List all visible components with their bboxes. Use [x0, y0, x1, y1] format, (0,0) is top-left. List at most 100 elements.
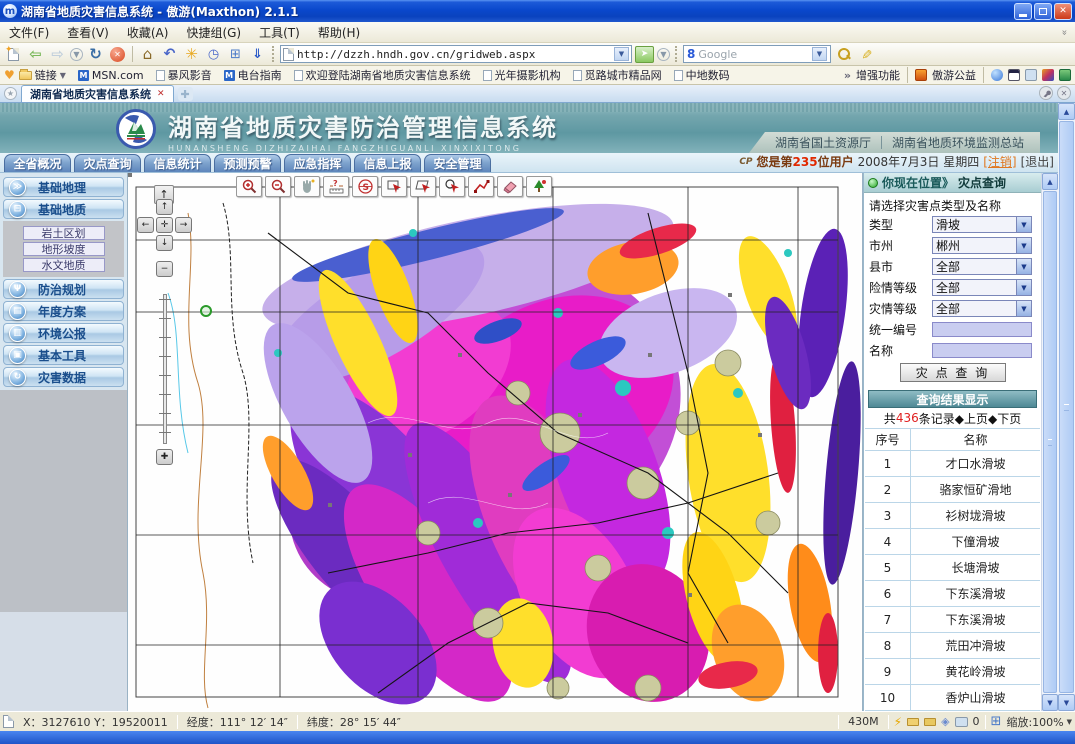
table-row[interactable]: 9黄花岭滑坡 — [865, 659, 1040, 685]
nav-tab-report[interactable]: 信息上报 — [354, 154, 421, 172]
go-dropdown-button[interactable]: ▼ — [657, 48, 670, 61]
address-bar[interactable]: http://dzzh.hndh.gov.cn/gridweb.aspx ▼ — [280, 45, 632, 63]
popup-blocker-icon[interactable] — [955, 717, 968, 727]
plugins-icon[interactable] — [1059, 69, 1071, 81]
scroll-up-icon[interactable]: ▲ — [1042, 173, 1058, 190]
refresh-button[interactable]: ↻ — [86, 45, 105, 64]
measure-distance-tool[interactable]: ? — [323, 176, 349, 197]
restore-button[interactable] — [1034, 3, 1052, 20]
sidebar-item-prevention-plan[interactable]: Ψ 防治规划 — [3, 279, 124, 299]
table-row[interactable]: 7下东溪滑坡 — [865, 607, 1040, 633]
zoom-out-tool[interactable] — [265, 176, 291, 197]
bookmark-baofeng[interactable]: 暴风影音 — [156, 67, 212, 83]
skins-icon[interactable] — [1042, 69, 1054, 81]
link-land-resources-dept[interactable]: 湖南省国土资源厅 — [775, 134, 871, 151]
scroll-down-icon[interactable]: ▼ — [1058, 694, 1075, 711]
search-button[interactable] — [834, 45, 853, 64]
address-input[interactable]: http://dzzh.hndh.gov.cn/gridweb.aspx — [297, 48, 611, 61]
measure-line-tool[interactable] — [468, 176, 494, 197]
bookmark-zhongdi[interactable]: 中地数码 — [674, 67, 730, 83]
stop-button[interactable]: ✕ — [108, 45, 127, 64]
tab-active[interactable]: 湖南省地质灾害信息系统 ✕ — [21, 85, 174, 102]
proxy-icon[interactable] — [991, 69, 1003, 81]
menu-favorites[interactable]: 收藏(A) — [118, 22, 178, 43]
scroll-down-icon[interactable]: ▼ — [1042, 694, 1058, 711]
scroll-up-icon[interactable]: ▲ — [1058, 103, 1075, 120]
tab-close-icon[interactable]: ✕ — [157, 89, 165, 99]
link-window-button[interactable]: ⊞ — [226, 45, 245, 64]
favorites-heart-icon[interactable]: ♥ — [4, 68, 15, 82]
new-tab-button[interactable]: ✚ — [178, 87, 193, 101]
address-dropdown-icon[interactable]: ▼ — [614, 47, 629, 61]
sublayer-terrain-slope[interactable]: 地形坡度 — [23, 242, 105, 256]
sublayer-hydrogeology[interactable]: 水文地质 — [23, 258, 105, 272]
disaster-level-select[interactable]: 全部▼ — [932, 300, 1032, 317]
table-row[interactable]: 2骆家恒矿滑地 — [865, 477, 1040, 503]
city-select[interactable]: 郴州▼ — [932, 237, 1032, 254]
table-row[interactable]: 6下东溪滑坡 — [865, 581, 1040, 607]
sidebar-item-disaster-data[interactable]: ↻ 灾害数据 — [3, 367, 124, 387]
prev-page-link[interactable]: ◆上页 — [955, 410, 988, 427]
new-page-button[interactable]: ✦ — [4, 45, 23, 64]
pan-center-button[interactable]: ✛ — [156, 217, 173, 233]
scroll-thumb[interactable] — [1059, 121, 1074, 693]
zoom-in-button[interactable]: ✚ — [156, 449, 173, 465]
window-mode-icon[interactable] — [1008, 69, 1020, 81]
menu-view[interactable]: 查看(V) — [58, 22, 118, 43]
history-button[interactable]: ◷ — [204, 45, 223, 64]
chevron-down-icon[interactable]: ▼ — [1016, 217, 1031, 232]
search-input[interactable]: Google — [698, 48, 809, 61]
notes-icon[interactable] — [1025, 69, 1037, 81]
diamond-icon[interactable]: ◈ — [941, 715, 949, 728]
tab-settings-button[interactable] — [1039, 86, 1053, 100]
nav-tab-security[interactable]: 安全管理 — [424, 154, 491, 172]
menu-tools[interactable]: 工具(T) — [250, 22, 309, 43]
sidebar-item-basic-tools[interactable]: ▣ 基本工具 — [3, 345, 124, 365]
highlight-button[interactable]: ✎ — [856, 45, 875, 64]
zoom-slider[interactable] — [163, 294, 167, 444]
bookmark-guangnian[interactable]: 光年摄影机构 — [483, 67, 561, 83]
charity-label[interactable]: 傲游公益 — [932, 67, 976, 83]
tab-favorite-icon[interactable]: ★ — [4, 87, 17, 100]
exit-link[interactable]: [退出] — [1021, 153, 1054, 170]
sublayer-rock-soil-zoning[interactable]: 岩土区划 — [23, 226, 105, 240]
link-geo-env-station[interactable]: 湖南省地质环境监测总站 — [892, 134, 1024, 151]
zoom-box-tool[interactable] — [381, 176, 407, 197]
sidebar-item-base-geology[interactable]: ⊟ 基础地质 — [3, 199, 124, 219]
nav-tab-emergency[interactable]: 应急指挥 — [284, 154, 351, 172]
table-row[interactable]: 1才口水滑坡 — [865, 451, 1040, 477]
undo-button[interactable]: ↶ — [160, 45, 179, 64]
table-row[interactable]: 8荒田冲滑坡 — [865, 633, 1040, 659]
scale-tool[interactable]: S — [352, 176, 378, 197]
map-viewport[interactable]: ? S ↑ ↑ ← ✛ → ↓ − — [127, 173, 863, 711]
chevron-down-icon[interactable]: ▼ — [1016, 238, 1031, 253]
pan-up-button[interactable]: ↑ — [156, 199, 173, 215]
nav-tab-disaster-query[interactable]: 灾点查询 — [74, 154, 141, 172]
boost-icon[interactable]: ⚡ — [894, 715, 902, 729]
sidebar-item-env-bulletin[interactable]: ▥ 环境公报 — [3, 323, 124, 343]
eraser-tool[interactable] — [497, 176, 523, 197]
tab-close-all-button[interactable]: ✕ — [1057, 86, 1071, 100]
nav-tab-statistics[interactable]: 信息统计 — [144, 154, 211, 172]
back-button[interactable]: ⇦ — [26, 45, 45, 64]
filter-button[interactable]: ✳ — [182, 45, 201, 64]
bookmark-hunan-geo[interactable]: 欢迎登陆湖南省地质灾害信息系统 — [294, 67, 471, 83]
page-scrollbar[interactable]: ▲ ▼ — [1058, 103, 1075, 711]
new-folder-icon[interactable] — [924, 718, 936, 726]
menu-file[interactable]: 文件(F) — [0, 22, 58, 43]
nav-tab-forecast-warning[interactable]: 预测预警 — [214, 154, 281, 172]
links-folder[interactable]: 链接▼ — [19, 67, 66, 83]
minimize-button[interactable] — [1014, 3, 1032, 20]
chevron-down-icon[interactable]: ▼ — [1016, 301, 1031, 316]
download-button[interactable]: ⇓ — [248, 45, 267, 64]
danger-level-select[interactable]: 全部▼ — [932, 279, 1032, 296]
go-button[interactable]: ➤ — [635, 46, 654, 63]
search-engine-icon[interactable]: 8 — [687, 47, 695, 61]
folder-icon[interactable] — [907, 718, 919, 726]
zoom-in-tool[interactable] — [236, 176, 262, 197]
pan-left-button[interactable]: ← — [137, 217, 154, 233]
forward-button[interactable]: ⇨ — [48, 45, 67, 64]
table-row[interactable]: 5长塘滑坡 — [865, 555, 1040, 581]
zoom-control[interactable]: 缩放:100% ▼ — [1006, 714, 1072, 730]
table-row[interactable]: 3衫树垅滑坡 — [865, 503, 1040, 529]
